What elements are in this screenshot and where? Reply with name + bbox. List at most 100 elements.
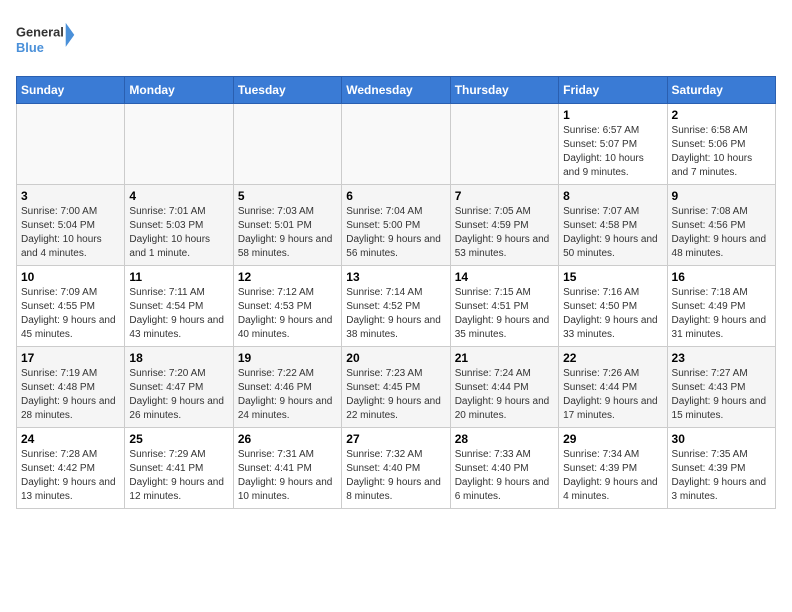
day-info: Sunrise: 7:31 AM Sunset: 4:41 PM Dayligh… (238, 448, 337, 504)
day-info: Sunrise: 7:34 AM Sunset: 4:39 PM Dayligh… (563, 448, 662, 504)
day-info: Sunrise: 7:01 AM Sunset: 5:03 PM Dayligh… (129, 205, 228, 261)
day-cell: 1Sunrise: 6:57 AM Sunset: 5:07 PM Daylig… (559, 104, 667, 185)
week-row-1: 1Sunrise: 6:57 AM Sunset: 5:07 PM Daylig… (17, 104, 776, 185)
day-info: Sunrise: 7:18 AM Sunset: 4:49 PM Dayligh… (672, 286, 771, 342)
day-number: 29 (563, 432, 662, 446)
day-cell: 29 Sunrise: 7:34 AM Sunset: 4:39 PM Dayli… (559, 428, 667, 509)
day-cell: 23Sunrise: 7:27 AM Sunset: 4:43 PM Dayli… (667, 347, 775, 428)
day-number: 21 (455, 351, 554, 365)
day-cell: 9 Sunrise: 7:08 AM Sunset: 4:56 PM Daylig… (667, 185, 775, 266)
day-info: Sunrise: 7:26 AM Sunset: 4:44 PM Dayligh… (563, 367, 662, 423)
day-info: Sunrise: 7:00 AM Sunset: 5:04 PM Dayligh… (21, 205, 120, 261)
day-cell: 24 Sunrise: 7:28 AM Sunset: 4:42 PM Dayli… (17, 428, 125, 509)
col-header-monday: Monday (125, 77, 233, 104)
calendar-table: SundayMondayTuesdayWednesdayThursdayFrid… (16, 76, 776, 509)
header-row: SundayMondayTuesdayWednesdayThursdayFrid… (17, 77, 776, 104)
day-cell: 11 Sunrise: 7:11 AM Sunset: 4:54 PM Dayli… (125, 266, 233, 347)
day-number: 19 (238, 351, 337, 365)
day-info: Sunrise: 7:04 AM Sunset: 5:00 PM Dayligh… (346, 205, 445, 261)
day-info: Sunrise: 7:16 AM Sunset: 4:50 PM Dayligh… (563, 286, 662, 342)
day-number: 26 (238, 432, 337, 446)
week-row-4: 17 Sunrise: 7:19 AM Sunset: 4:48 PM Dayli… (17, 347, 776, 428)
day-cell: 10Sunrise: 7:09 AM Sunset: 4:55 PM Dayli… (17, 266, 125, 347)
day-number: 15 (563, 270, 662, 284)
day-number: 11 (129, 270, 228, 284)
day-info: Sunrise: 6:57 AM Sunset: 5:07 PM Dayligh… (563, 124, 662, 180)
day-info: Sunrise: 7:33 AM Sunset: 4:40 PM Dayligh… (455, 448, 554, 504)
day-cell: 19 Sunrise: 7:22 AM Sunset: 4:46 PM Dayli… (233, 347, 341, 428)
header: General Blue (16, 16, 776, 64)
day-info: Sunrise: 7:22 AM Sunset: 4:46 PM Dayligh… (238, 367, 337, 423)
day-number: 24 (21, 432, 120, 446)
day-info: Sunrise: 7:03 AM Sunset: 5:01 PM Dayligh… (238, 205, 337, 261)
day-number: 16 (672, 270, 771, 284)
day-number: 22 (563, 351, 662, 365)
day-cell: 28 Sunrise: 7:33 AM Sunset: 4:40 PM Dayli… (450, 428, 558, 509)
day-cell (233, 104, 341, 185)
day-cell: 7Sunrise: 7:05 AM Sunset: 4:59 PM Daylig… (450, 185, 558, 266)
week-row-3: 10Sunrise: 7:09 AM Sunset: 4:55 PM Dayli… (17, 266, 776, 347)
day-number: 6 (346, 189, 445, 203)
day-number: 18 (129, 351, 228, 365)
day-info: Sunrise: 7:15 AM Sunset: 4:51 PM Dayligh… (455, 286, 554, 342)
day-cell: 13Sunrise: 7:14 AM Sunset: 4:52 PM Dayli… (342, 266, 450, 347)
day-cell: 26 Sunrise: 7:31 AM Sunset: 4:41 PM Dayli… (233, 428, 341, 509)
day-info: Sunrise: 7:12 AM Sunset: 4:53 PM Dayligh… (238, 286, 337, 342)
day-cell: 4 Sunrise: 7:01 AM Sunset: 5:03 PM Daylig… (125, 185, 233, 266)
day-info: Sunrise: 7:28 AM Sunset: 4:42 PM Dayligh… (21, 448, 120, 504)
svg-text:General: General (16, 25, 64, 40)
day-number: 20 (346, 351, 445, 365)
col-header-wednesday: Wednesday (342, 77, 450, 104)
day-number: 9 (672, 189, 771, 203)
day-number: 30 (672, 432, 771, 446)
day-number: 8 (563, 189, 662, 203)
day-info: Sunrise: 7:07 AM Sunset: 4:58 PM Dayligh… (563, 205, 662, 261)
day-number: 27 (346, 432, 445, 446)
day-cell: 27 Sunrise: 7:32 AM Sunset: 4:40 PM Dayli… (342, 428, 450, 509)
day-cell: 14Sunrise: 7:15 AM Sunset: 4:51 PM Dayli… (450, 266, 558, 347)
day-info: Sunrise: 7:20 AM Sunset: 4:47 PM Dayligh… (129, 367, 228, 423)
day-cell: 25 Sunrise: 7:29 AM Sunset: 4:41 PM Dayli… (125, 428, 233, 509)
day-info: Sunrise: 7:08 AM Sunset: 4:56 PM Dayligh… (672, 205, 771, 261)
day-cell: 8 Sunrise: 7:07 AM Sunset: 4:58 PM Daylig… (559, 185, 667, 266)
day-info: Sunrise: 6:58 AM Sunset: 5:06 PM Dayligh… (672, 124, 771, 180)
col-header-sunday: Sunday (17, 77, 125, 104)
week-row-2: 3Sunrise: 7:00 AM Sunset: 5:04 PM Daylig… (17, 185, 776, 266)
col-header-tuesday: Tuesday (233, 77, 341, 104)
week-row-5: 24 Sunrise: 7:28 AM Sunset: 4:42 PM Dayli… (17, 428, 776, 509)
day-cell: 18 Sunrise: 7:20 AM Sunset: 4:47 PM Dayli… (125, 347, 233, 428)
day-info: Sunrise: 7:29 AM Sunset: 4:41 PM Dayligh… (129, 448, 228, 504)
day-number: 28 (455, 432, 554, 446)
day-info: Sunrise: 7:35 AM Sunset: 4:39 PM Dayligh… (672, 448, 771, 504)
day-number: 12 (238, 270, 337, 284)
day-number: 17 (21, 351, 120, 365)
day-cell (17, 104, 125, 185)
svg-text:Blue: Blue (16, 40, 44, 55)
day-number: 23 (672, 351, 771, 365)
day-cell: 17 Sunrise: 7:19 AM Sunset: 4:48 PM Dayli… (17, 347, 125, 428)
day-number: 25 (129, 432, 228, 446)
day-cell (450, 104, 558, 185)
day-number: 2 (672, 108, 771, 122)
day-info: Sunrise: 7:05 AM Sunset: 4:59 PM Dayligh… (455, 205, 554, 261)
day-info: Sunrise: 7:32 AM Sunset: 4:40 PM Dayligh… (346, 448, 445, 504)
day-number: 4 (129, 189, 228, 203)
day-cell: 22 Sunrise: 7:26 AM Sunset: 4:44 PM Dayli… (559, 347, 667, 428)
day-info: Sunrise: 7:23 AM Sunset: 4:45 PM Dayligh… (346, 367, 445, 423)
day-info: Sunrise: 7:11 AM Sunset: 4:54 PM Dayligh… (129, 286, 228, 342)
day-cell: 5 Sunrise: 7:03 AM Sunset: 5:01 PM Daylig… (233, 185, 341, 266)
col-header-friday: Friday (559, 77, 667, 104)
day-cell: 21 Sunrise: 7:24 AM Sunset: 4:44 PM Dayli… (450, 347, 558, 428)
day-info: Sunrise: 7:19 AM Sunset: 4:48 PM Dayligh… (21, 367, 120, 423)
day-cell (125, 104, 233, 185)
day-cell (342, 104, 450, 185)
logo-svg: General Blue (16, 16, 76, 64)
day-cell: 15 Sunrise: 7:16 AM Sunset: 4:50 PM Dayli… (559, 266, 667, 347)
day-info: Sunrise: 7:24 AM Sunset: 4:44 PM Dayligh… (455, 367, 554, 423)
day-cell: 16 Sunrise: 7:18 AM Sunset: 4:49 PM Dayli… (667, 266, 775, 347)
day-cell: 12 Sunrise: 7:12 AM Sunset: 4:53 PM Dayli… (233, 266, 341, 347)
day-number: 5 (238, 189, 337, 203)
day-cell: 3Sunrise: 7:00 AM Sunset: 5:04 PM Daylig… (17, 185, 125, 266)
day-info: Sunrise: 7:09 AM Sunset: 4:55 PM Dayligh… (21, 286, 120, 342)
day-info: Sunrise: 7:14 AM Sunset: 4:52 PM Dayligh… (346, 286, 445, 342)
